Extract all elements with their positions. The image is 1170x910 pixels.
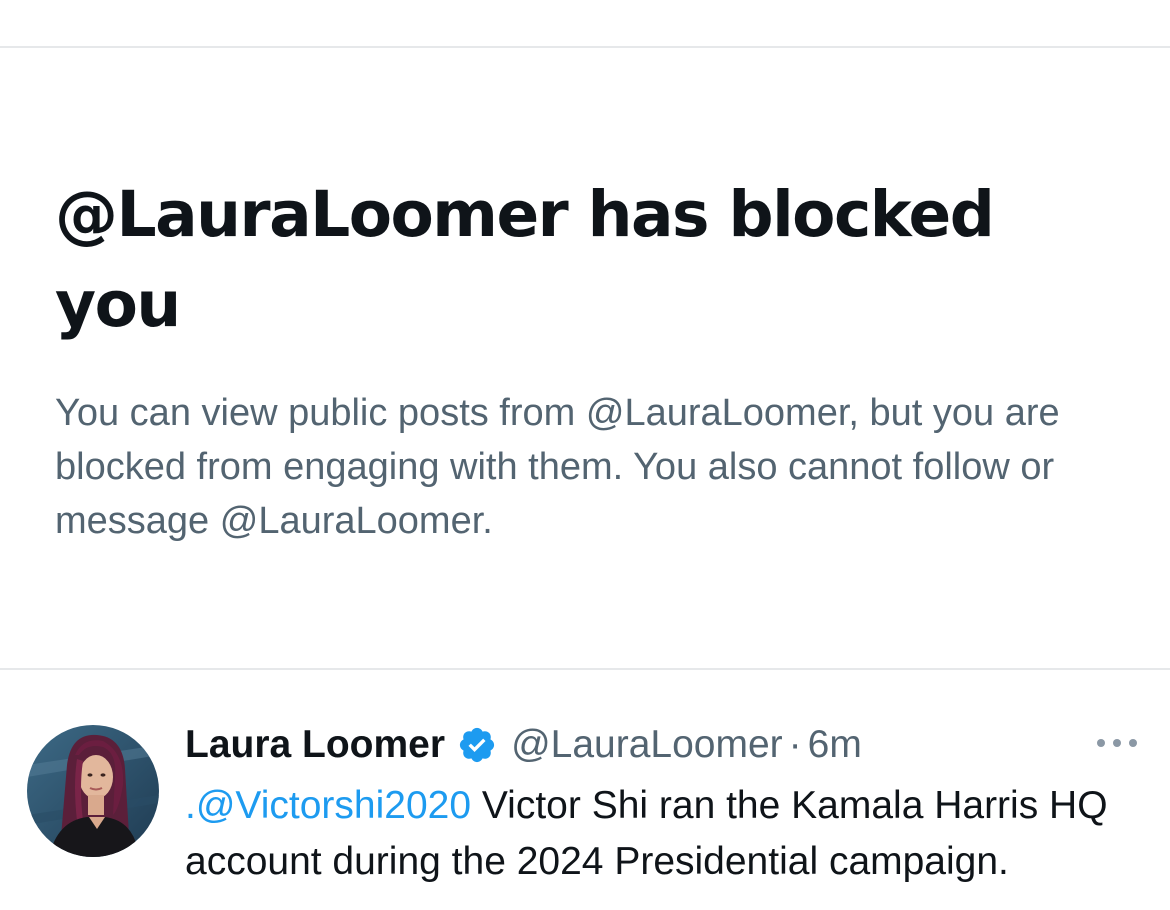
verified-badge-icon[interactable] bbox=[457, 725, 497, 765]
tweet[interactable]: Laura Loomer @LauraLoomer · 6m .@Victors… bbox=[0, 670, 1170, 910]
top-divider bbox=[0, 46, 1170, 48]
tweet-text: .@Victorshi2020 Victor Shi ran the Kamal… bbox=[185, 778, 1160, 890]
mention-link[interactable]: .@Victorshi2020 bbox=[185, 784, 471, 827]
tweet-header: Laura Loomer @LauraLoomer · 6m bbox=[185, 720, 862, 770]
avatar[interactable] bbox=[27, 725, 159, 857]
author-name[interactable]: Laura Loomer bbox=[185, 723, 445, 767]
separator-dot: · bbox=[788, 723, 802, 766]
more-options-icon[interactable] bbox=[1095, 735, 1139, 751]
tweet-timestamp[interactable]: 6m bbox=[808, 723, 862, 767]
blocked-description: You can view public posts from @LauraLoo… bbox=[55, 392, 1060, 542]
author-handle[interactable]: @LauraLoomer bbox=[511, 723, 783, 767]
avatar-image bbox=[27, 725, 159, 857]
blocked-notice: @LauraLoomer has blocked you You can vie… bbox=[55, 170, 1115, 548]
blocked-title: @LauraLoomer has blocked you bbox=[55, 178, 995, 341]
